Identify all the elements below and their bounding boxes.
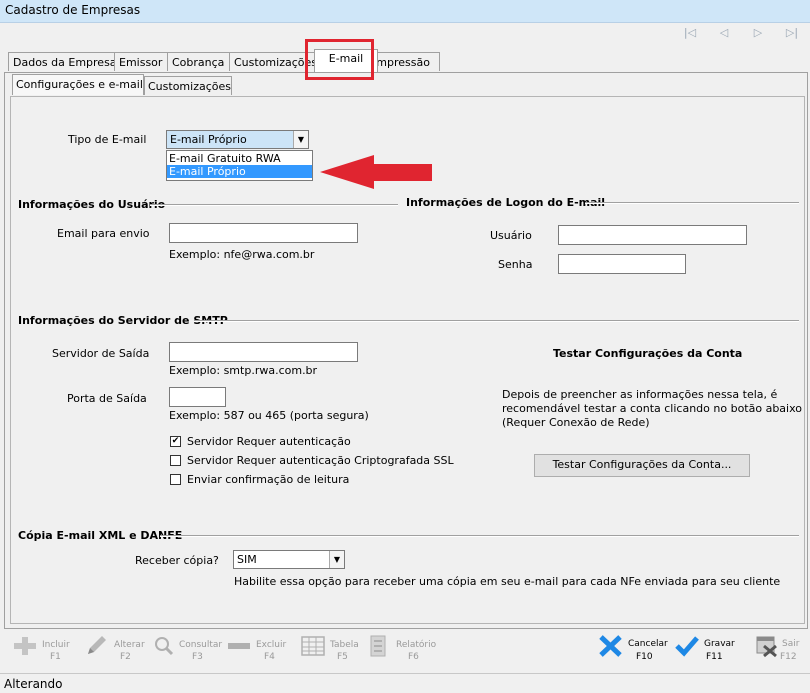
cancel-label: Cancelar <box>628 639 668 649</box>
smtp-port-field[interactable] <box>169 387 226 407</box>
bottom-toolbar: Incluir F1 Alterar F2 Consultar F3 Exclu… <box>0 630 810 672</box>
test-title: Testar Configurações da Conta <box>553 347 743 360</box>
email-type-select[interactable]: E-mail Próprio ▼ <box>166 130 309 149</box>
report-key: F6 <box>408 652 419 662</box>
query-key: F3 <box>192 652 203 662</box>
tab-emissor[interactable]: Emissor <box>114 52 172 71</box>
tab-customizacoes[interactable]: Customizações <box>229 52 315 71</box>
test-settings-button[interactable]: Testar Configurações da Conta... <box>534 454 750 477</box>
email-type-value: E-mail Próprio <box>170 133 247 146</box>
exit-icon <box>756 636 777 658</box>
read-receipt-checkbox[interactable] <box>170 474 181 485</box>
edit-button[interactable]: Alterar F2 <box>84 630 154 670</box>
report-icon <box>370 635 386 657</box>
tab-dados-empresa[interactable]: Dados da Empresa <box>8 52 118 71</box>
email-field[interactable] <box>169 223 358 243</box>
annotation-arrow-icon <box>320 155 432 189</box>
smtp-port-label: Porta de Saída <box>67 392 147 405</box>
password-label: Senha <box>498 258 533 271</box>
username-label: Usuário <box>490 229 532 242</box>
delete-label: Excluir <box>256 640 287 650</box>
smtp-server-example: Exemplo: smtp.rwa.com.br <box>169 364 318 377</box>
query-label: Consultar <box>179 640 223 650</box>
test-description-line: Depois de preencher as informações nessa… <box>502 388 778 401</box>
check-icon: ✔ <box>171 436 180 446</box>
divider <box>194 320 799 322</box>
read-receipt-checkbox-label[interactable]: Enviar confirmação de leitura <box>187 473 349 486</box>
save-label: Gravar <box>704 639 735 649</box>
auth-checkbox[interactable]: ✔ <box>170 436 181 447</box>
annotation-highlight-box <box>305 39 374 80</box>
window-title: Cadastro de Empresas <box>5 3 141 17</box>
email-type-option-selected[interactable]: E-mail Próprio <box>167 165 312 178</box>
first-icon[interactable]: |◁ <box>680 26 700 40</box>
logon-info-title: Informações de Logon do E-mail <box>406 196 606 209</box>
divider <box>585 202 799 204</box>
copy-select[interactable]: SIM ▼ <box>233 550 345 569</box>
save-button[interactable]: Gravar F11 <box>674 630 744 670</box>
title-bar: Cadastro de Empresas <box>0 0 810 23</box>
subtab-customizacoes[interactable]: Customizações <box>144 76 232 95</box>
exit-button[interactable]: Sair F12 <box>754 630 808 670</box>
search-icon <box>155 637 174 656</box>
include-button[interactable]: Incluir F1 <box>12 630 82 670</box>
smtp-port-example: Exemplo: 587 ou 465 (porta segura) <box>169 409 369 422</box>
email-type-dropdown: E-mail Gratuito RWA E-mail Próprio <box>166 150 313 181</box>
test-description-line: (Requer Conexão de Rede) <box>502 416 650 429</box>
copy-value: SIM <box>237 553 257 566</box>
save-check-icon <box>675 636 699 657</box>
username-field[interactable] <box>558 225 747 245</box>
status-text: Alterando <box>4 677 63 691</box>
cancel-button[interactable]: Cancelar F10 <box>598 630 670 670</box>
ssl-checkbox-label[interactable]: Servidor Requer autenticação Criptografa… <box>187 454 454 467</box>
tab-impressao[interactable]: Impressão <box>368 52 440 71</box>
copy-title: Cópia E-mail XML e DANFE <box>18 529 183 542</box>
smtp-server-label: Servidor de Saída <box>52 347 150 360</box>
smtp-server-field[interactable] <box>169 342 358 362</box>
email-example: Exemplo: nfe@rwa.com.br <box>169 248 315 261</box>
auth-checkbox-label[interactable]: Servidor Requer autenticação <box>187 435 351 448</box>
email-type-label: Tipo de E-mail <box>68 133 147 146</box>
delete-key: F4 <box>264 652 275 662</box>
pencil-icon <box>88 636 106 654</box>
password-field[interactable] <box>558 254 686 274</box>
test-description-line: recomendável testar a conta clicando no … <box>502 402 802 415</box>
delete-button[interactable]: Excluir F4 <box>226 630 296 670</box>
chevron-down-icon[interactable]: ▼ <box>329 551 344 568</box>
query-button[interactable]: Consultar F3 <box>152 630 222 670</box>
prev-icon[interactable]: ◁ <box>714 26 734 40</box>
cancel-icon <box>599 635 622 657</box>
subtab-configuracoes[interactable]: Configurações e e-mail <box>12 74 144 95</box>
next-icon[interactable]: ▷ <box>748 26 768 40</box>
report-label: Relatório <box>396 640 437 650</box>
status-bar: Alterando <box>0 673 810 693</box>
table-button[interactable]: Tabela F5 <box>300 630 370 670</box>
ssl-checkbox[interactable] <box>170 455 181 466</box>
chevron-down-icon[interactable]: ▼ <box>293 131 308 148</box>
exit-label: Sair <box>782 639 800 649</box>
minus-icon <box>228 643 250 649</box>
last-icon[interactable]: ▷| <box>782 26 802 40</box>
exit-key: F12 <box>780 652 797 662</box>
copy-label: Receber cópia? <box>135 554 219 567</box>
edit-key: F2 <box>120 652 131 662</box>
edit-label: Alterar <box>114 640 145 650</box>
table-icon <box>301 636 325 656</box>
cancel-key: F10 <box>636 652 653 662</box>
email-label: Email para envio <box>57 227 150 240</box>
tab-cobranca[interactable]: Cobrança <box>167 52 235 71</box>
plus-icon <box>14 637 36 655</box>
divider <box>150 204 398 206</box>
record-navigation: |◁ ◁ ▷ ▷| <box>666 26 802 42</box>
save-key: F11 <box>706 652 723 662</box>
table-key: F5 <box>337 652 348 662</box>
user-info-title: Informações do Usuário <box>18 198 166 211</box>
table-label: Tabela <box>330 640 359 650</box>
include-key: F1 <box>50 652 61 662</box>
report-button[interactable]: Relatório F6 <box>366 630 446 670</box>
include-label: Incluir <box>42 640 70 650</box>
email-type-option[interactable]: E-mail Gratuito RWA <box>167 152 312 165</box>
copy-hint: Habilite essa opção para receber uma cóp… <box>234 575 781 588</box>
divider <box>160 535 799 537</box>
